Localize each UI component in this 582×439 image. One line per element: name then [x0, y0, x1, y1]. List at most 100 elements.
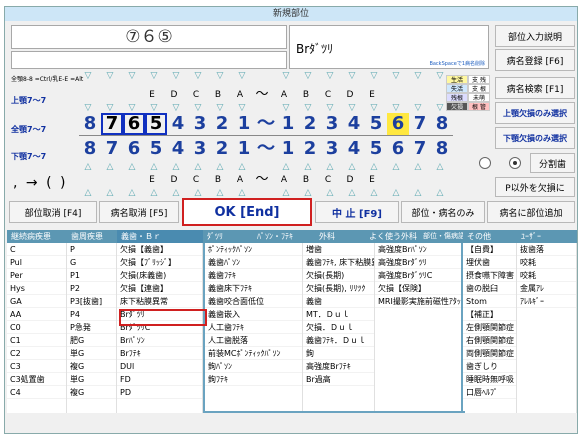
punctuation-keys[interactable]: , → ( ) — [13, 175, 67, 191]
list-item[interactable]: 抜歯落 — [517, 243, 576, 256]
list-item[interactable]: PD — [117, 386, 202, 399]
tooth-triangle[interactable]: ▽ — [275, 103, 297, 113]
tooth-triangle[interactable]: △ — [143, 188, 165, 198]
tooth-triangle[interactable]: ▽ — [209, 71, 231, 81]
tooth-triangle[interactable]: △ — [99, 188, 121, 198]
tooth-button[interactable]: 6 — [123, 138, 145, 160]
tooth-triangle[interactable]: ▽ — [385, 103, 407, 113]
tab-chronic[interactable]: 継続病疾患 — [7, 230, 67, 243]
tab-user[interactable]: ﾕｰｻﾞｰ — [517, 230, 577, 243]
primary-tooth-letter[interactable]: A — [273, 174, 295, 186]
tooth-triangle[interactable]: ▽ — [363, 103, 385, 113]
tooth-triangle[interactable]: ▽ — [121, 103, 143, 113]
site-disease-only-button[interactable]: 部位・病名のみ — [401, 201, 485, 223]
list-item[interactable]: 咬耗 — [517, 256, 576, 269]
tooth-triangle[interactable]: △ — [77, 162, 99, 172]
tab-pason-futeki[interactable]: ﾊﾟｿﾝ・ﾌﾃｷ — [253, 230, 315, 243]
list-item[interactable]: 義歯ﾊﾟｿﾝ — [205, 256, 302, 269]
tooth-button[interactable]: 7 — [101, 138, 123, 160]
list-item[interactable]: MT．Ｄｕｌ — [303, 308, 374, 321]
upper-jaw-button[interactable]: 上顎7～7 — [11, 89, 63, 111]
site-input-help-button[interactable]: 部位入力説明 — [495, 25, 575, 47]
tooth-button[interactable]: 7 — [409, 138, 431, 160]
tooth-triangle[interactable]: ▽ — [275, 71, 297, 81]
tooth-triangle[interactable]: ▽ — [319, 103, 341, 113]
primary-tooth-letter[interactable]: B — [207, 174, 229, 186]
tab-common-surgery[interactable]: よく使う外科 — [365, 230, 419, 243]
lower-missing-only-button[interactable]: 下顎欠損のみ選択 — [495, 127, 575, 149]
tooth-triangle[interactable]: ▽ — [429, 71, 451, 81]
tab-surgery[interactable]: 外科 — [315, 230, 365, 243]
tooth-triangle[interactable]: ▽ — [297, 103, 319, 113]
tooth-button[interactable]: 8 — [79, 138, 101, 160]
tooth-button[interactable]: 5 — [365, 113, 387, 135]
list-item[interactable]: 肥G — [67, 334, 116, 347]
list-item[interactable]: AA — [7, 308, 66, 321]
list-item[interactable]: C1 — [7, 334, 66, 347]
list-item[interactable]: Pul — [7, 256, 66, 269]
tooth-button[interactable]: 2 — [299, 138, 321, 160]
tooth-triangle[interactable]: △ — [341, 162, 363, 172]
tooth-triangle[interactable]: △ — [187, 188, 209, 198]
list-item[interactable]: 欠損【ﾌﾞﾘｯｼﾞ】 — [117, 256, 202, 269]
tooth-triangle[interactable]: △ — [209, 188, 231, 198]
tab-site-disease[interactable]: 部位・傷病語 — [419, 230, 465, 243]
tooth-triangle[interactable]: ▽ — [341, 71, 363, 81]
list-item[interactable]: 摂食嚥下障害 — [463, 269, 516, 282]
list-item[interactable]: 睡眠時無呼吸 — [463, 373, 516, 386]
list-item[interactable]: GA — [7, 295, 66, 308]
primary-tooth-letter[interactable]: B — [295, 89, 317, 101]
tooth-button[interactable]: 4 — [167, 113, 189, 135]
ok-button[interactable]: OK [End] — [182, 198, 312, 226]
list-item[interactable]: 義歯 — [303, 295, 374, 308]
list-item[interactable]: C2 — [7, 347, 66, 360]
list-item[interactable]: P4 — [67, 308, 116, 321]
list-item[interactable]: 高強度Brﾀﾞﾂﾘ — [375, 256, 461, 269]
list-item[interactable]: C4 — [7, 386, 66, 399]
tooth-triangle[interactable]: △ — [165, 162, 187, 172]
tab-periodontal[interactable]: 歯周疾患 — [67, 230, 117, 243]
tooth-triangle[interactable]: △ — [231, 188, 253, 198]
tooth-button[interactable]: 8 — [431, 138, 453, 160]
tooth-triangle[interactable]: ▽ — [143, 103, 165, 113]
tooth-triangle[interactable]: ▽ — [341, 103, 363, 113]
primary-tooth-letter[interactable]: C — [317, 174, 339, 186]
list-item[interactable]: ﾎﾟﾝﾃｨｯｸﾊﾟｿﾝ — [205, 243, 302, 256]
tooth-triangle[interactable]: △ — [165, 188, 187, 198]
tooth-button[interactable]: 4 — [167, 138, 189, 160]
tab-other[interactable]: その他 — [463, 230, 517, 243]
tooth-button[interactable]: 5 — [145, 113, 167, 135]
tooth-triangle[interactable]: △ — [275, 188, 297, 198]
list-item[interactable]: 右側顎関節症 — [463, 334, 516, 347]
list-item[interactable]: P急発 — [67, 321, 116, 334]
tooth-button[interactable]: 8 — [431, 113, 453, 135]
tooth-button[interactable]: 2 — [211, 113, 233, 135]
tooth-triangle[interactable]: ▽ — [99, 103, 121, 113]
primary-tooth-letter[interactable]: B — [295, 174, 317, 186]
list-item[interactable]: C0 — [7, 321, 66, 334]
tooth-triangle[interactable]: ▽ — [99, 71, 121, 81]
tooth-triangle[interactable]: △ — [407, 188, 429, 198]
list-item[interactable]: P1 — [67, 269, 116, 282]
list-item[interactable]: 両側顎関節症 — [463, 347, 516, 360]
tooth-triangle[interactable]: ▽ — [319, 71, 341, 81]
list-item[interactable]: 欠損(長期), ﾘﾘﾂｸ — [303, 282, 374, 295]
tooth-button[interactable]: 3 — [189, 138, 211, 160]
primary-tooth-letter[interactable]: E — [361, 89, 383, 101]
tooth-button[interactable]: 4 — [343, 113, 365, 135]
tooth-triangle[interactable]: ▽ — [363, 71, 385, 81]
tooth-triangle[interactable]: ▽ — [165, 71, 187, 81]
midline-tilde[interactable]: ～ — [255, 138, 277, 160]
upper-missing-only-button[interactable]: 上顎欠損のみ選択 — [495, 102, 575, 124]
list-item[interactable]: 歯の脱臼 — [463, 282, 516, 295]
abort-button[interactable]: 中 止 [F9] — [315, 201, 399, 223]
tooth-button[interactable]: 6 — [123, 113, 145, 135]
tooth-button[interactable]: 1 — [233, 113, 255, 135]
list-item[interactable]: 鉤 — [303, 347, 374, 360]
list-item[interactable]: 欠損【義歯】 — [117, 243, 202, 256]
list-item[interactable]: 歯ぎしり — [463, 360, 516, 373]
primary-tooth-letter[interactable]: E — [361, 174, 383, 186]
tooth-button[interactable]: 1 — [233, 138, 255, 160]
list-item[interactable]: P2 — [67, 282, 116, 295]
list-item[interactable]: MRI撮影実施前磁性ｱﾀｯ — [375, 295, 461, 308]
